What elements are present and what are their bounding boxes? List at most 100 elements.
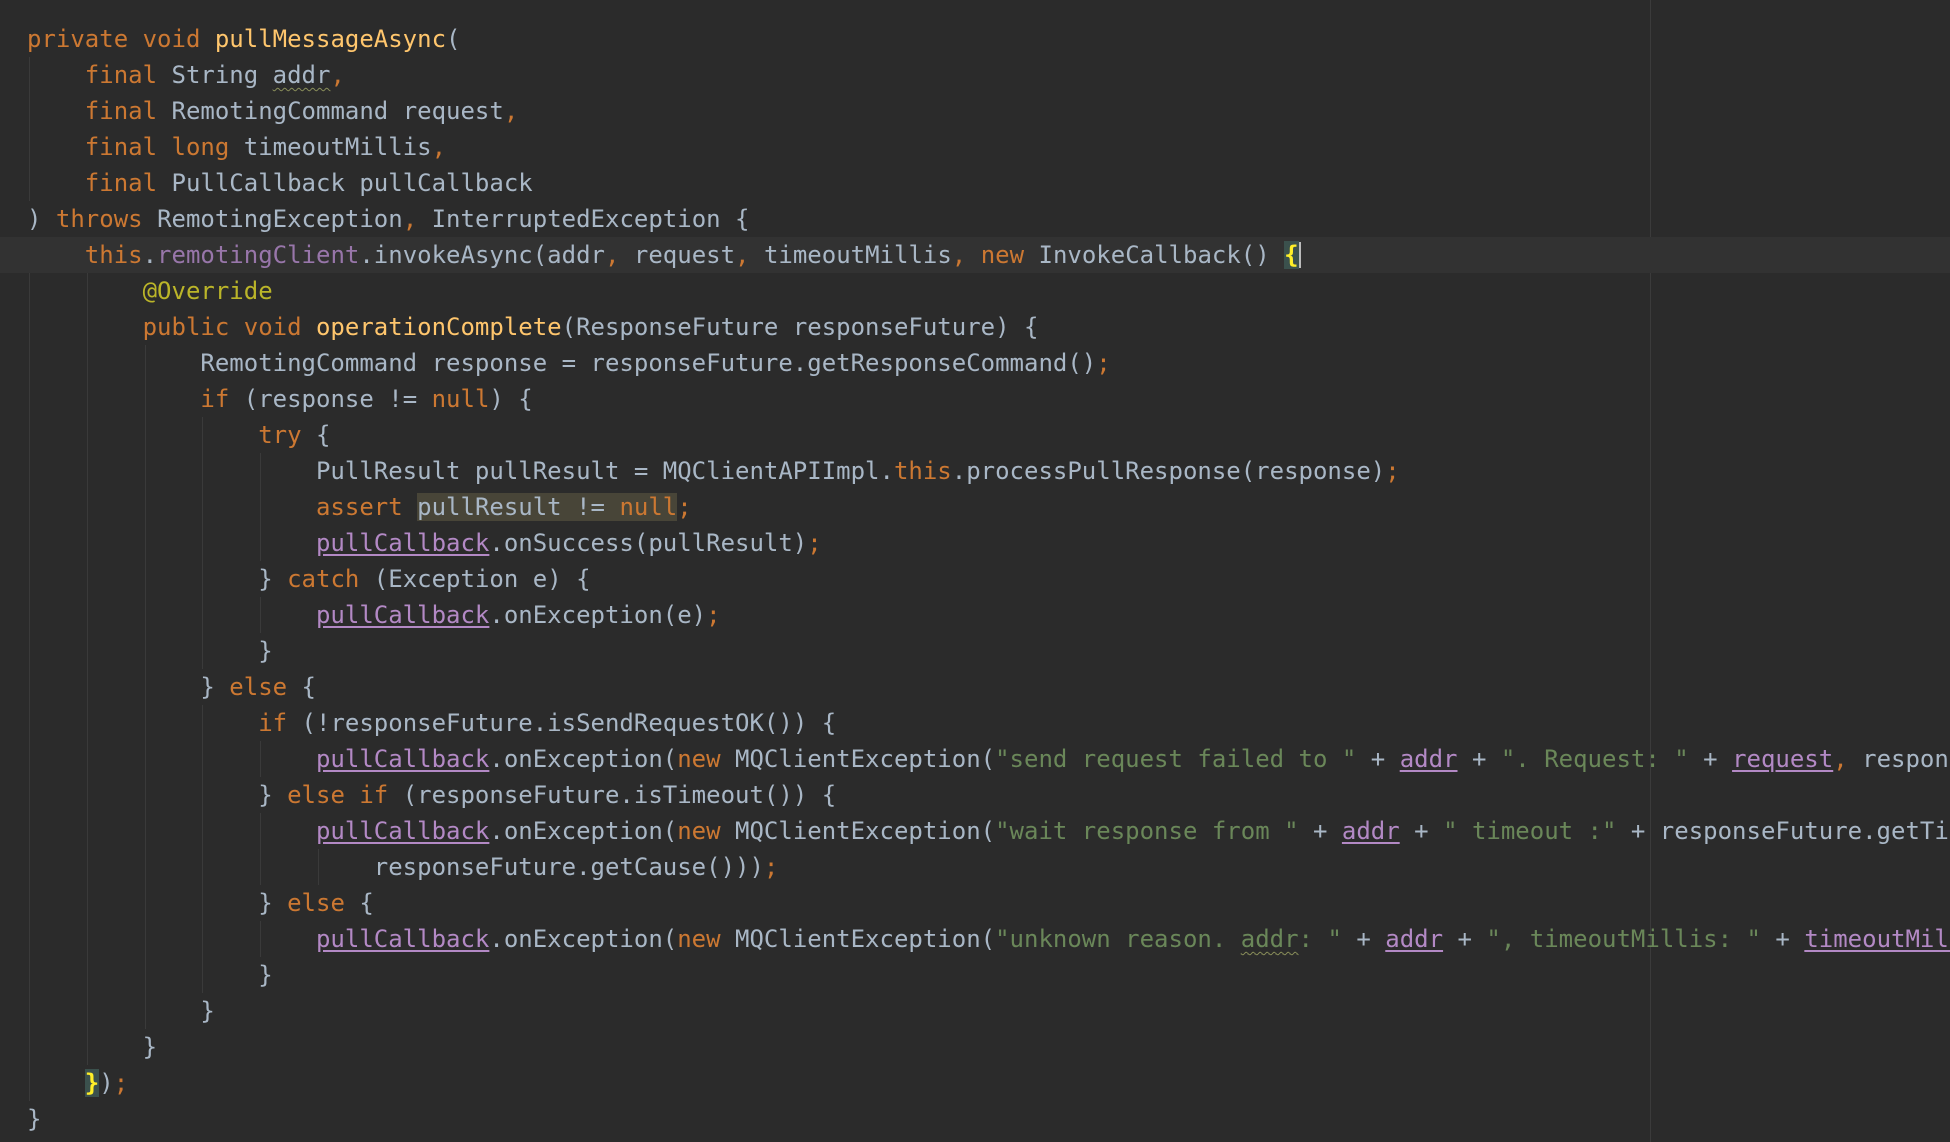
code-line[interactable]: pullCallback.onException(new MQClientExc… — [0, 741, 1950, 777]
code-line[interactable]: final long timeoutMillis, — [0, 129, 1950, 165]
code-token: operationComplete — [315, 313, 562, 341]
code-token: timeoutMillis — [243, 133, 432, 161]
code-token: (!responseFuture.isSendRequestOK()) { — [301, 709, 837, 737]
code-line[interactable]: assert pullResult != null; — [0, 489, 1950, 525]
code-line[interactable]: try { — [0, 417, 1950, 453]
code-token: pullResult != — [417, 493, 620, 521]
code-token: timeoutMillis — [1804, 925, 1950, 953]
code-line[interactable]: pullCallback.onSuccess(pullResult); — [0, 525, 1950, 561]
code-token: responseFuture.getCause())) — [373, 853, 764, 881]
code-line[interactable]: final PullCallback pullCallback — [0, 165, 1950, 201]
code-token: new — [677, 925, 736, 953]
code-line[interactable]: final RemotingCommand request, — [0, 93, 1950, 129]
code-line[interactable]: } catch (Exception e) { — [0, 561, 1950, 597]
code-token: } — [258, 781, 288, 809]
code-line[interactable]: } — [0, 993, 1950, 1029]
code-token: remotingClient — [157, 241, 360, 269]
code-token: final long — [84, 133, 244, 161]
code-token: pullCallback — [315, 601, 490, 629]
code-line[interactable]: } — [0, 1101, 1950, 1137]
code-line[interactable]: private void pullMessageAsync( — [0, 21, 1950, 57]
code-token: addr — [1240, 925, 1299, 953]
code-token: final — [84, 169, 172, 197]
code-line[interactable]: public void operationComplete(ResponseFu… — [0, 309, 1950, 345]
code-line[interactable]: } — [0, 1029, 1950, 1065]
code-token: , new — [951, 241, 1039, 269]
code-line[interactable]: pullCallback.onException(new MQClientExc… — [0, 813, 1950, 849]
code-token: ; — [1096, 349, 1111, 377]
code-line[interactable]: } else if (responseFuture.isTimeout()) { — [0, 777, 1950, 813]
code-line[interactable]: PullResult pullResult = MQClientAPIImpl.… — [0, 453, 1950, 489]
code-token: ". Request: " — [1500, 745, 1689, 773]
code-token: addr — [272, 61, 331, 89]
code-line[interactable]: } else { — [0, 669, 1950, 705]
code-token: .onException(e) — [489, 601, 707, 629]
code-token: "unknown reason. — [995, 925, 1241, 953]
code-token: catch — [287, 565, 374, 593]
code-token: null — [619, 493, 678, 521]
code-token: , — [402, 205, 432, 233]
code-token: RemotingCommand request — [171, 97, 504, 125]
code-line[interactable]: }); — [0, 1065, 1950, 1101]
code-token: { — [359, 889, 374, 917]
code-token: ) { — [489, 385, 533, 413]
code-line[interactable]: final String addr, — [0, 57, 1950, 93]
code-content[interactable]: private void pullMessageAsync( final Str… — [0, 21, 1950, 1137]
code-token: try — [258, 421, 316, 449]
code-line[interactable]: ) throws RemotingException, InterruptedE… — [0, 201, 1950, 237]
code-token: + — [1760, 925, 1805, 953]
code-token: .processPullResponse(response) — [951, 457, 1386, 485]
code-line[interactable]: RemotingCommand response = responseFutur… — [0, 345, 1950, 381]
code-token: .onException( — [489, 925, 678, 953]
code-line[interactable]: } — [0, 633, 1950, 669]
code-token: } — [258, 565, 288, 593]
code-token: , — [604, 241, 634, 269]
code-token: ; — [763, 853, 779, 881]
code-line[interactable]: this.remotingClient.invokeAsync(addr, re… — [0, 237, 1950, 273]
code-token: + — [1298, 817, 1342, 845]
code-line[interactable]: } else { — [0, 885, 1950, 921]
code-line[interactable]: } — [0, 957, 1950, 993]
code-token: "wait response from " — [995, 817, 1299, 845]
code-token: ; — [1385, 457, 1400, 485]
code-token: final — [84, 97, 172, 125]
code-line[interactable]: pullCallback.onException(new MQClientExc… — [0, 921, 1950, 957]
code-token: , — [735, 241, 764, 269]
code-token: MQClientException( — [735, 925, 996, 953]
code-token: String — [171, 61, 273, 89]
code-editor[interactable]: private void pullMessageAsync( final Str… — [0, 0, 1950, 1142]
code-token: } — [258, 889, 288, 917]
code-line[interactable]: if (!responseFuture.isSendRequestOK()) { — [0, 705, 1950, 741]
code-token: pullCallback — [315, 925, 490, 953]
code-token: ; — [807, 529, 822, 557]
code-token: RemotingCommand response = responseFutur… — [200, 349, 1097, 377]
code-token: pullCallback — [315, 817, 490, 845]
code-line[interactable]: if (response != null) { — [0, 381, 1950, 417]
code-token: } — [142, 1033, 158, 1061]
code-token: pullCallback — [315, 529, 490, 557]
code-token: new — [677, 817, 736, 845]
code-line[interactable]: pullCallback.onException(e); — [0, 597, 1950, 633]
code-line[interactable]: @Override — [0, 273, 1950, 309]
code-token: pullMessageAsync — [214, 25, 447, 53]
code-line[interactable]: responseFuture.getCause())); — [0, 849, 1950, 885]
